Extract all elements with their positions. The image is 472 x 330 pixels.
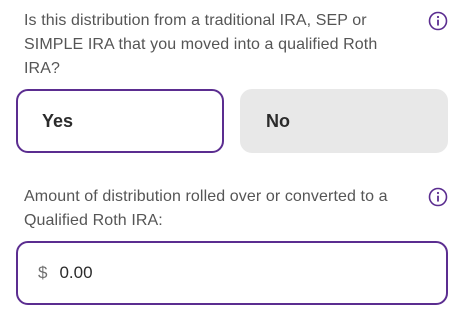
yes-option-label: Yes [42, 110, 74, 131]
info-icon[interactable] [428, 11, 448, 31]
no-option-button[interactable]: No [240, 89, 448, 153]
currency-symbol: $ [38, 263, 48, 282]
info-icon[interactable] [428, 187, 448, 207]
amount-question-label: Amount of distribution rolled over or co… [24, 188, 388, 229]
amount-input[interactable] [59, 263, 400, 283]
amount-input-field[interactable]: $ [16, 241, 448, 305]
no-option-label: No [266, 110, 290, 131]
source-question-label: Is this distribution from a traditional … [24, 12, 378, 77]
yes-option-button[interactable]: Yes [16, 89, 224, 153]
